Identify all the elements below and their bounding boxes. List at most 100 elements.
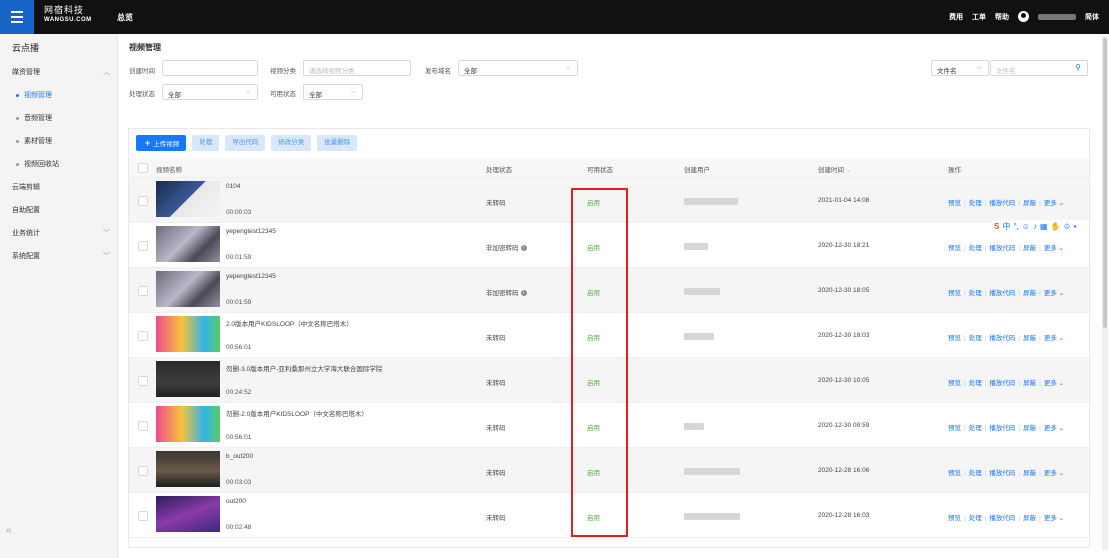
- chevron-down-icon[interactable]: ⌄: [1059, 245, 1064, 252]
- play-code-link[interactable]: 播放代码: [989, 470, 1015, 477]
- row-checkbox[interactable]: [138, 196, 148, 206]
- process-link[interactable]: 处理: [969, 245, 982, 252]
- row-checkbox[interactable]: [138, 241, 148, 251]
- upload-button[interactable]: + 上传视频: [136, 135, 187, 151]
- chevron-down-icon[interactable]: ⌄: [1059, 470, 1064, 477]
- language-switch[interactable]: 简体: [1085, 12, 1099, 22]
- chevron-down-icon[interactable]: ⌄: [1059, 200, 1064, 207]
- process-link[interactable]: 处理: [969, 380, 982, 387]
- block-link[interactable]: 屏蔽: [1023, 470, 1036, 477]
- block-link[interactable]: 屏蔽: [1023, 335, 1036, 342]
- preview-link[interactable]: 预览: [948, 290, 961, 297]
- select-all-checkbox[interactable]: [138, 163, 148, 173]
- chevron-down-icon[interactable]: ⌄: [1059, 335, 1064, 342]
- search-icon[interactable]: ⚲: [1075, 63, 1081, 72]
- menu-icon[interactable]: [0, 0, 34, 34]
- search-input[interactable]: 文件名 ⚲: [990, 60, 1088, 76]
- row-checkbox[interactable]: [138, 421, 148, 431]
- more-link[interactable]: 更多: [1044, 245, 1057, 252]
- more-link[interactable]: 更多: [1044, 290, 1057, 297]
- video-name[interactable]: yepengtest12345: [226, 228, 276, 235]
- sidebar-group-editing[interactable]: 云端剪辑: [12, 182, 110, 192]
- scrollbar-thumb[interactable]: [1103, 38, 1107, 328]
- video-name[interactable]: 0104: [226, 183, 240, 190]
- more-link[interactable]: 更多: [1044, 335, 1057, 342]
- play-code-link[interactable]: 播放代码: [989, 245, 1015, 252]
- process-link[interactable]: 处理: [969, 515, 982, 522]
- play-code-link[interactable]: 播放代码: [989, 425, 1015, 432]
- more-link[interactable]: 更多: [1044, 515, 1057, 522]
- sort-icon[interactable]: ⌄: [846, 167, 851, 174]
- collapse-icon[interactable]: «: [6, 525, 12, 536]
- video-thumbnail[interactable]: [156, 226, 220, 262]
- block-link[interactable]: 屏蔽: [1023, 425, 1036, 432]
- preview-link[interactable]: 预览: [948, 200, 961, 207]
- video-name[interactable]: 2.0版本用户KIDSLOOP（中文名称巴塔木）: [226, 318, 353, 328]
- play-code-link[interactable]: 播放代码: [989, 335, 1015, 342]
- preview-link[interactable]: 预览: [948, 425, 961, 432]
- video-name[interactable]: b_out200: [226, 453, 253, 460]
- block-link[interactable]: 屏蔽: [1023, 380, 1036, 387]
- row-checkbox[interactable]: [138, 331, 148, 341]
- modify-category-button[interactable]: 修改分类: [271, 135, 312, 151]
- sidebar-item-material[interactable]: 素材管理: [16, 136, 52, 146]
- block-link[interactable]: 屏蔽: [1023, 245, 1036, 252]
- preview-link[interactable]: 预览: [948, 380, 961, 387]
- chevron-down-icon[interactable]: ⌄: [1059, 515, 1064, 522]
- play-code-link[interactable]: 播放代码: [989, 380, 1015, 387]
- row-checkbox[interactable]: [138, 466, 148, 476]
- category-select[interactable]: 请选择视频分类: [303, 60, 411, 76]
- chevron-down-icon[interactable]: ⌄: [1059, 425, 1064, 432]
- video-thumbnail[interactable]: [156, 451, 220, 487]
- create-time-input[interactable]: [162, 60, 258, 76]
- play-code-link[interactable]: 播放代码: [989, 200, 1015, 207]
- ticket-link[interactable]: 工单: [972, 12, 986, 22]
- process-button[interactable]: 处理: [192, 135, 220, 151]
- sidebar-group-media[interactable]: 媒资管理 ︿: [12, 67, 110, 77]
- sidebar-group-system[interactable]: 系统配置 ﹀: [12, 251, 110, 261]
- export-code-button[interactable]: 导出代码: [225, 135, 266, 151]
- process-link[interactable]: 处理: [969, 200, 982, 207]
- batch-delete-button[interactable]: 批量删除: [317, 135, 358, 151]
- avail-select[interactable]: 全部 ⌵: [303, 84, 363, 100]
- video-thumbnail[interactable]: [156, 316, 220, 352]
- domain-select[interactable]: 全部 ⌵: [458, 60, 578, 76]
- preview-link[interactable]: 预览: [948, 245, 961, 252]
- info-icon[interactable]: i: [520, 290, 527, 297]
- avatar[interactable]: [1018, 11, 1029, 22]
- search-type-select[interactable]: 文件名 ⌵: [931, 60, 989, 76]
- video-name[interactable]: out200: [226, 498, 246, 505]
- info-icon[interactable]: i: [520, 245, 527, 252]
- more-link[interactable]: 更多: [1044, 425, 1057, 432]
- video-name[interactable]: yepengtest12345: [226, 273, 276, 280]
- sidebar-item-video[interactable]: 视频管理: [16, 90, 52, 100]
- video-name[interactable]: 勿删-2.0版本用户KIDSLOOP（中文名称巴塔木）: [226, 408, 368, 418]
- process-select[interactable]: 全部 ⌵: [162, 84, 258, 100]
- more-link[interactable]: 更多: [1044, 200, 1057, 207]
- block-link[interactable]: 屏蔽: [1023, 200, 1036, 207]
- video-thumbnail[interactable]: [156, 271, 220, 307]
- more-link[interactable]: 更多: [1044, 470, 1057, 477]
- block-link[interactable]: 屏蔽: [1023, 290, 1036, 297]
- sidebar-group-config[interactable]: 自助配置: [12, 205, 110, 215]
- sidebar-group-stats[interactable]: 业务统计 ﹀: [12, 228, 110, 238]
- play-code-link[interactable]: 播放代码: [989, 515, 1015, 522]
- username-redacted[interactable]: [1038, 13, 1076, 20]
- chevron-down-icon[interactable]: ⌄: [1059, 290, 1064, 297]
- col-create-time[interactable]: 创建时间 ⌄: [818, 164, 851, 174]
- page-scrollbar[interactable]: [1102, 36, 1108, 550]
- more-link[interactable]: 更多: [1044, 380, 1057, 387]
- video-thumbnail[interactable]: [156, 406, 220, 442]
- video-name[interactable]: 勿删-3.0版本用户-亚利桑那州立大学海大联合国际学院: [226, 363, 382, 373]
- preview-link[interactable]: 预览: [948, 335, 961, 342]
- play-code-link[interactable]: 播放代码: [989, 290, 1015, 297]
- process-link[interactable]: 处理: [969, 425, 982, 432]
- process-link[interactable]: 处理: [969, 290, 982, 297]
- sidebar-item-audio[interactable]: 音频管理: [16, 113, 52, 123]
- billing-link[interactable]: 费用: [949, 12, 963, 22]
- row-checkbox[interactable]: [138, 376, 148, 386]
- logo[interactable]: 网宿科技 WANGSU.COM: [44, 6, 100, 28]
- preview-link[interactable]: 预览: [948, 515, 961, 522]
- chevron-down-icon[interactable]: ⌄: [1059, 380, 1064, 387]
- nav-overview[interactable]: 总览: [117, 12, 133, 23]
